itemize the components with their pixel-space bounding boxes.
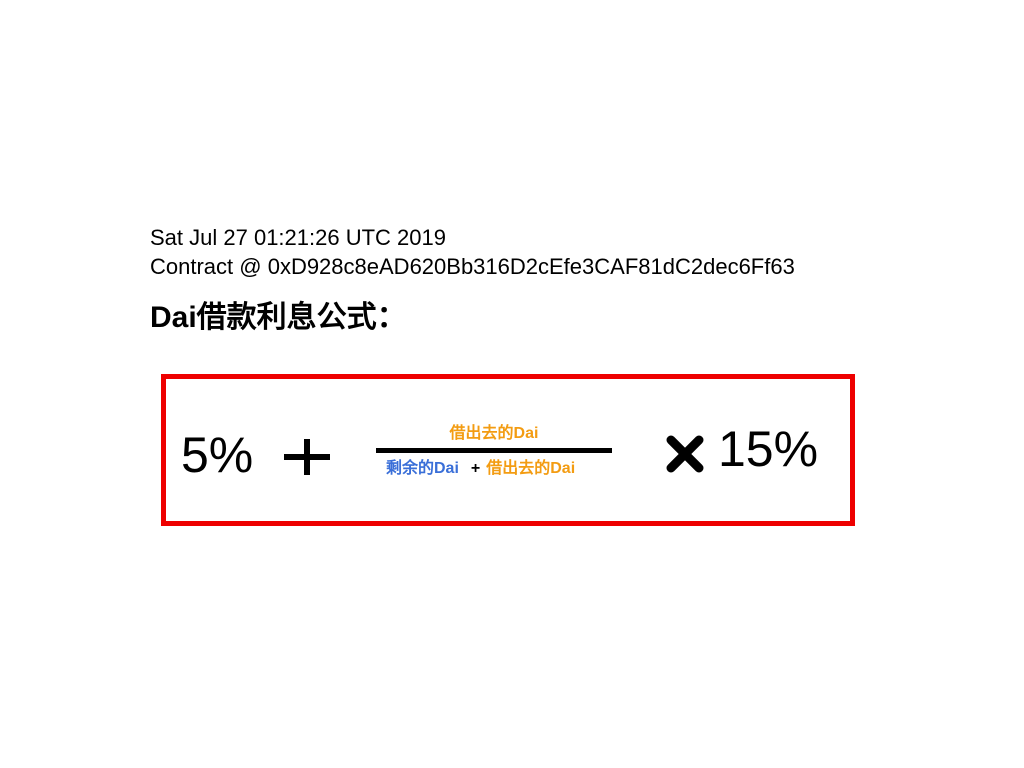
- times-icon: [666, 435, 704, 473]
- formula-box: 5% 借出去的Dai 剩余的Dai + 借出去的Dai 15%: [161, 374, 855, 526]
- denominator-plus: +: [470, 460, 481, 477]
- multiplier-rate: 15%: [718, 421, 819, 477]
- plus-icon: [284, 439, 330, 475]
- fraction-numerator: 借出去的Dai: [449, 425, 539, 442]
- fraction-denominator: 剩余的Dai + 借出去的Dai: [386, 458, 575, 480]
- denominator-remaining-dai: 剩余的Dai: [386, 460, 459, 477]
- contract-address: Contract @ 0xD928c8eAD620Bb316D2cEfe3CAF…: [150, 254, 795, 279]
- page: Sat Jul 27 01:21:26 UTC 2019 Contract @ …: [0, 0, 1024, 768]
- base-rate: 5%: [181, 427, 254, 483]
- fraction-bar: [376, 448, 612, 453]
- timestamp: Sat Jul 27 01:21:26 UTC 2019: [150, 225, 446, 250]
- formula-title: Dai借款利息公式：: [150, 301, 407, 334]
- denominator-borrowed-dai: 借出去的Dai: [486, 460, 576, 477]
